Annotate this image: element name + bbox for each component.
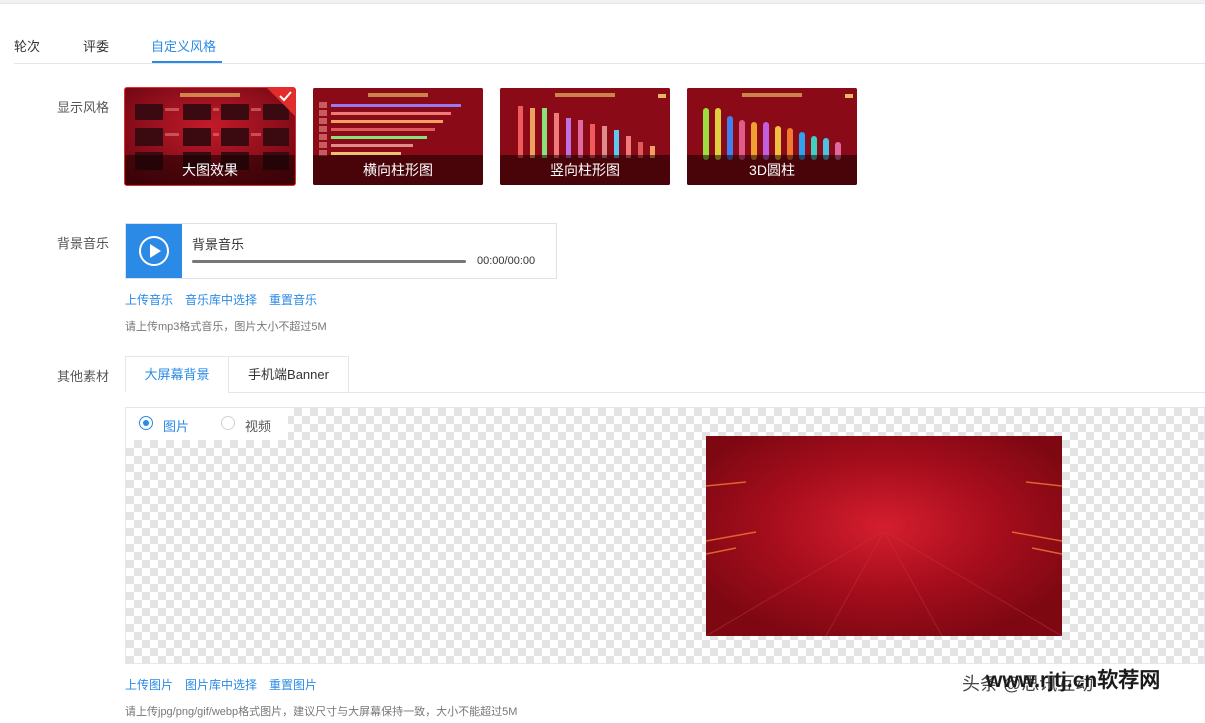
card-caption: 3D圆柱 [687, 155, 857, 185]
tab-custom-style[interactable]: 自定义风格 [151, 36, 216, 55]
radio-image-label[interactable]: 图片 [163, 416, 189, 435]
image-actions: 上传图片 图片库中选择 重置图片 [125, 676, 329, 693]
style-card-big-image[interactable]: 大图效果 [124, 87, 296, 186]
upload-image-link[interactable]: 上传图片 [125, 678, 173, 692]
play-button[interactable] [126, 224, 182, 278]
top-divider [0, 0, 1205, 4]
card-caption: 横向柱形图 [313, 155, 483, 185]
background-image [706, 436, 1062, 636]
reset-image-link[interactable]: 重置图片 [269, 678, 317, 692]
material-tabs: 大屏幕背景 手机端Banner [125, 356, 1205, 393]
music-player: 背景音乐 00:00/00:00 [125, 223, 557, 279]
main-tabs: 轮次 评委 自定义风格 [14, 32, 1205, 64]
image-hint: 请上传jpg/png/gif/webp格式图片，建议尺寸与大屏幕保持一致，大小不… [125, 706, 518, 718]
tab-rounds[interactable]: 轮次 [14, 36, 40, 55]
watermark-site: www.rjtj.cn软荐网 [986, 669, 1161, 692]
radio-video-label[interactable]: 视频 [245, 416, 271, 435]
tab-judges[interactable]: 评委 [83, 36, 109, 55]
style-card-horizontal-bar[interactable]: 横向柱形图 [313, 88, 483, 185]
card-caption: 大图效果 [125, 155, 295, 185]
display-style-label: 显示风格 [57, 100, 110, 115]
player-title: 背景音乐 [192, 237, 245, 252]
active-tab-indicator [152, 61, 222, 63]
selected-check-icon [267, 88, 295, 116]
music-library-link[interactable]: 音乐库中选择 [185, 293, 257, 307]
image-library-link[interactable]: 图片库中选择 [185, 678, 257, 692]
bg-music-label: 背景音乐 [57, 236, 110, 251]
progress-bar[interactable] [192, 260, 466, 263]
style-card-3d-cylinder[interactable]: 3D圆柱 [687, 88, 857, 185]
background-preview: 图片 视频 [125, 407, 1205, 664]
reset-music-link[interactable]: 重置音乐 [269, 293, 317, 307]
upload-music-link[interactable]: 上传音乐 [125, 293, 173, 307]
play-icon [139, 236, 169, 266]
tab-big-screen-bg[interactable]: 大屏幕背景 [125, 356, 229, 393]
watermark: 头条 @思讯互动 www.rjtj.cn软荐网 [962, 668, 1202, 718]
card-caption: 竖向柱形图 [500, 155, 670, 185]
radio-image[interactable] [139, 416, 153, 430]
radio-video[interactable] [221, 416, 235, 430]
tab-mobile-banner[interactable]: 手机端Banner [228, 356, 349, 393]
music-hint: 请上传mp3格式音乐，图片大小不超过5M [125, 321, 327, 333]
media-type-selector: 图片 视频 [126, 408, 288, 440]
music-actions: 上传音乐 音乐库中选择 重置音乐 [125, 291, 329, 308]
other-materials-label: 其他素材 [57, 369, 110, 384]
player-time: 00:00/00:00 [477, 255, 536, 267]
style-card-vertical-bar[interactable]: 竖向柱形图 [500, 88, 670, 185]
